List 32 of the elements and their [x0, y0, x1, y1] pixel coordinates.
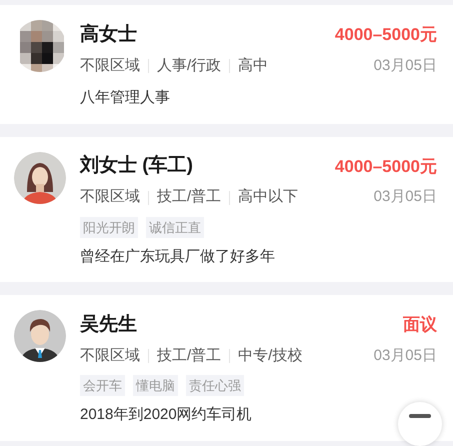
date: 03月05日	[374, 56, 437, 76]
info-text: 人事/行政	[157, 56, 222, 76]
dash-icon	[409, 414, 431, 418]
description: 八年管理人事	[80, 88, 170, 108]
salary: 4000–5000元	[334, 156, 437, 178]
salary: 4000–5000元	[334, 24, 437, 46]
woman-avatar-icon	[14, 152, 66, 204]
tag: 懂电脑	[133, 375, 178, 396]
candidate-card[interactable]: 高女士 4000–5000元 不限区域 人事/行政 高中 03月05日 八年管理人事	[0, 5, 453, 124]
info-text: 高中以下	[238, 187, 298, 208]
tag: 阳光开朗	[80, 216, 138, 238]
description: 2018年到2020网约车司机	[80, 405, 252, 425]
description: 曾经在广东玩具厂做了好多年	[80, 246, 275, 266]
info-text: 不限区域	[80, 187, 140, 208]
candidate-card[interactable]: 刘女士 (车工) 4000–5000元 不限区域 技工/普工 高中以下 03月05日 阳光开朗 诚信正直 曾经在广东玩具厂做了好多年	[0, 136, 453, 282]
info-text: 不限区域	[80, 56, 140, 76]
tag: 会开车	[80, 375, 125, 396]
info-text: 中专/技校	[238, 346, 302, 366]
man-avatar-icon	[14, 310, 66, 362]
candidate-card[interactable]: 吴先生 面议 不限区域 技工/普工 中专/技校 03月05日 会开车 懂电脑 责任心强 2018年到2020网约车司机	[0, 295, 453, 440]
candidate-name: 吴先生	[80, 312, 137, 337]
candidate-name: 刘女士 (车工)	[80, 154, 193, 178]
info-text: 技工/普工	[157, 187, 222, 208]
info-text: 不限区域	[80, 346, 140, 366]
info-text: 高中	[238, 56, 268, 76]
date: 03月05日	[374, 346, 437, 366]
date: 03月05日	[374, 187, 437, 208]
tag: 责任心强	[186, 375, 244, 396]
candidate-name: 高女士	[80, 22, 137, 47]
tag: 诚信正直	[146, 216, 204, 238]
salary: 面议	[403, 314, 437, 336]
info-text: 技工/普工	[157, 346, 222, 366]
